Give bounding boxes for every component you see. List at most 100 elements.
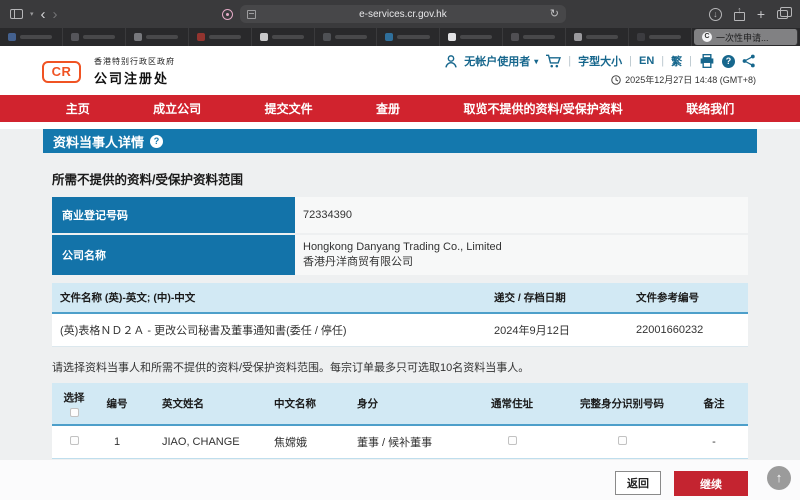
separator: | <box>629 55 632 67</box>
company-info-table: 商业登记号码 72334390 公司名称 Hongkong Danyang Tr… <box>52 197 748 275</box>
separator: | <box>661 55 664 67</box>
tab-overview-icon[interactable] <box>777 10 788 19</box>
nav-search[interactable]: 查册 <box>376 100 400 117</box>
scroll-to-top-button[interactable]: ↑ <box>767 466 791 490</box>
section-help-icon[interactable]: ? <box>150 135 163 148</box>
sidebar-caret-icon[interactable]: ▾ <box>30 10 34 18</box>
browser-tab[interactable] <box>440 28 503 46</box>
nav-protected-info[interactable]: 取览不提供的资料/受保护资料 <box>463 100 622 117</box>
continue-button[interactable]: 继续 <box>674 471 748 496</box>
nav-contact[interactable]: 联络我们 <box>686 100 734 117</box>
instruction-text: 请选择资料当事人和所需不提供的资料/受保护资料范围。每宗订单最多只可选取10名资… <box>52 359 748 375</box>
address-header: 通常住址 <box>460 383 564 425</box>
select-header: 选择 <box>52 383 96 425</box>
sidebar-icon[interactable] <box>10 9 23 19</box>
tab-title: 一次性申请... <box>716 31 769 44</box>
back-button[interactable]: 返回 <box>615 471 661 495</box>
nav-home[interactable]: 主页 <box>66 100 90 117</box>
reader-icon[interactable] <box>247 10 256 19</box>
row-number: 1 <box>96 425 138 459</box>
site-header: CR 香港特别行政区政府 公司注册处 无帐户使用者 ▾ | 字型大小 | EN … <box>0 46 800 95</box>
data-subjects-table: 选择 编号 英文姓名 中文名称 身分 通常住址 完整身分识别号码 备注 1 JI… <box>52 383 748 460</box>
address-bar[interactable]: e-services.cr.gov.hk ↻ <box>240 5 566 23</box>
tab-favicon <box>197 33 205 41</box>
url-text: e-services.cr.gov.hk <box>256 9 550 20</box>
back-button[interactable]: ‹ <box>41 7 46 22</box>
tab-favicon <box>511 33 519 41</box>
browser-toolbar: ▾ ‹ › e-services.cr.gov.hk ↻ ↓ ↑ + <box>0 0 800 28</box>
browser-tab[interactable] <box>252 28 315 46</box>
separator: | <box>689 55 692 67</box>
company-name-label: 公司名称 <box>52 235 295 275</box>
browser-tab-bar: C 一次性申请... <box>0 28 800 46</box>
tab-favicon <box>448 33 456 41</box>
tab-favicon: C <box>702 32 712 42</box>
browser-tab[interactable] <box>63 28 126 46</box>
browser-tab[interactable] <box>126 28 189 46</box>
browser-tab[interactable] <box>189 28 252 46</box>
tab-favicon <box>574 33 582 41</box>
page-subtitle: 所需不提供的资料/受保护资料范围 <box>52 169 748 188</box>
table-row: 1 JIAO, CHANGE 焦嫦娥 董事 / 候补董事 - <box>52 425 748 459</box>
separator: | <box>568 55 571 67</box>
cr-logo[interactable]: CR <box>42 61 81 83</box>
user-menu[interactable]: 无帐户使用者 <box>464 53 530 69</box>
id-number-header: 完整身分识别号码 <box>564 383 680 425</box>
table-header-row: 选择 编号 英文姓名 中文名称 身分 通常住址 完整身分识别号码 备注 <box>52 383 748 425</box>
company-name-zh: 香港丹洋商贸有限公司 <box>303 255 748 270</box>
tab-favicon <box>385 33 393 41</box>
chinese-name: 焦嫦娥 <box>254 425 336 459</box>
main-nav: 主页 成立公司 提交文件 查册 取览不提供的资料/受保护资料 联络我们 <box>0 95 800 122</box>
brn-label: 商业登记号码 <box>52 197 295 233</box>
capacity-header: 身分 <box>336 383 460 425</box>
capacity: 董事 / 候补董事 <box>336 425 460 459</box>
user-caret-icon: ▾ <box>534 57 538 66</box>
share-icon[interactable] <box>742 54 756 68</box>
nav-incorporation[interactable]: 成立公司 <box>153 100 201 117</box>
number-header: 编号 <box>96 383 138 425</box>
table-header-row: 文件名称 (英)-英文; (中)-中文 递交 / 存档日期 文件参考编号 <box>52 283 748 313</box>
chinese-name-header: 中文名称 <box>254 383 336 425</box>
share-icon[interactable]: ↑ <box>734 8 745 21</box>
reload-icon[interactable]: ↻ <box>550 9 559 20</box>
extension-icon[interactable] <box>222 9 233 20</box>
browser-tab[interactable] <box>566 28 629 46</box>
remark: - <box>680 425 748 459</box>
tab-favicon <box>8 33 16 41</box>
lang-en[interactable]: EN <box>639 55 654 67</box>
english-name-header: 英文姓名 <box>138 383 254 425</box>
lang-traditional[interactable]: 繁 <box>671 53 682 69</box>
downloads-icon[interactable]: ↓ <box>709 8 722 21</box>
tab-favicon <box>260 33 268 41</box>
browser-tab[interactable] <box>315 28 378 46</box>
new-tab-icon[interactable]: + <box>757 7 765 21</box>
browser-tab-active[interactable]: C 一次性申请... <box>694 29 798 45</box>
browser-tab[interactable] <box>0 28 63 46</box>
address-checkbox[interactable] <box>508 436 517 445</box>
cart-icon[interactable] <box>545 54 561 68</box>
browser-tab[interactable] <box>377 28 440 46</box>
id-number-checkbox[interactable] <box>618 436 627 445</box>
help-icon[interactable]: ? <box>722 55 735 68</box>
action-bar: 返回 继续 <box>0 460 800 500</box>
clock-icon <box>611 75 621 85</box>
documents-table: 文件名称 (英)-英文; (中)-中文 递交 / 存档日期 文件参考编号 (英)… <box>52 283 748 347</box>
company-name-value: Hongkong Danyang Trading Co., Limited 香港… <box>295 235 748 275</box>
brand[interactable]: CR 香港特别行政区政府 公司注册处 <box>42 56 175 87</box>
tab-favicon <box>323 33 331 41</box>
browser-tab[interactable] <box>503 28 566 46</box>
font-size-control[interactable]: 字型大小 <box>578 53 622 69</box>
forward-button[interactable]: › <box>53 7 58 22</box>
doc-date: 2024年9月12日 <box>486 313 628 346</box>
browser-tab[interactable] <box>629 28 692 46</box>
doc-ref: 22001660232 <box>628 313 748 346</box>
nav-filing[interactable]: 提交文件 <box>265 100 313 117</box>
select-all-checkbox[interactable] <box>70 408 79 417</box>
remark-header: 备注 <box>680 383 748 425</box>
section-header: 资料当事人详情 ? <box>43 129 757 153</box>
doc-date-header: 递交 / 存档日期 <box>486 283 628 313</box>
print-icon[interactable] <box>699 54 715 68</box>
current-datetime: 2025年12月27日 14:48 (GMT+8) <box>625 73 756 86</box>
doc-name: (英)表格ＮＤ２Ａ - 更改公司秘書及董事通知書(委任 / 停任) <box>52 313 486 346</box>
select-row-checkbox[interactable] <box>70 436 79 445</box>
